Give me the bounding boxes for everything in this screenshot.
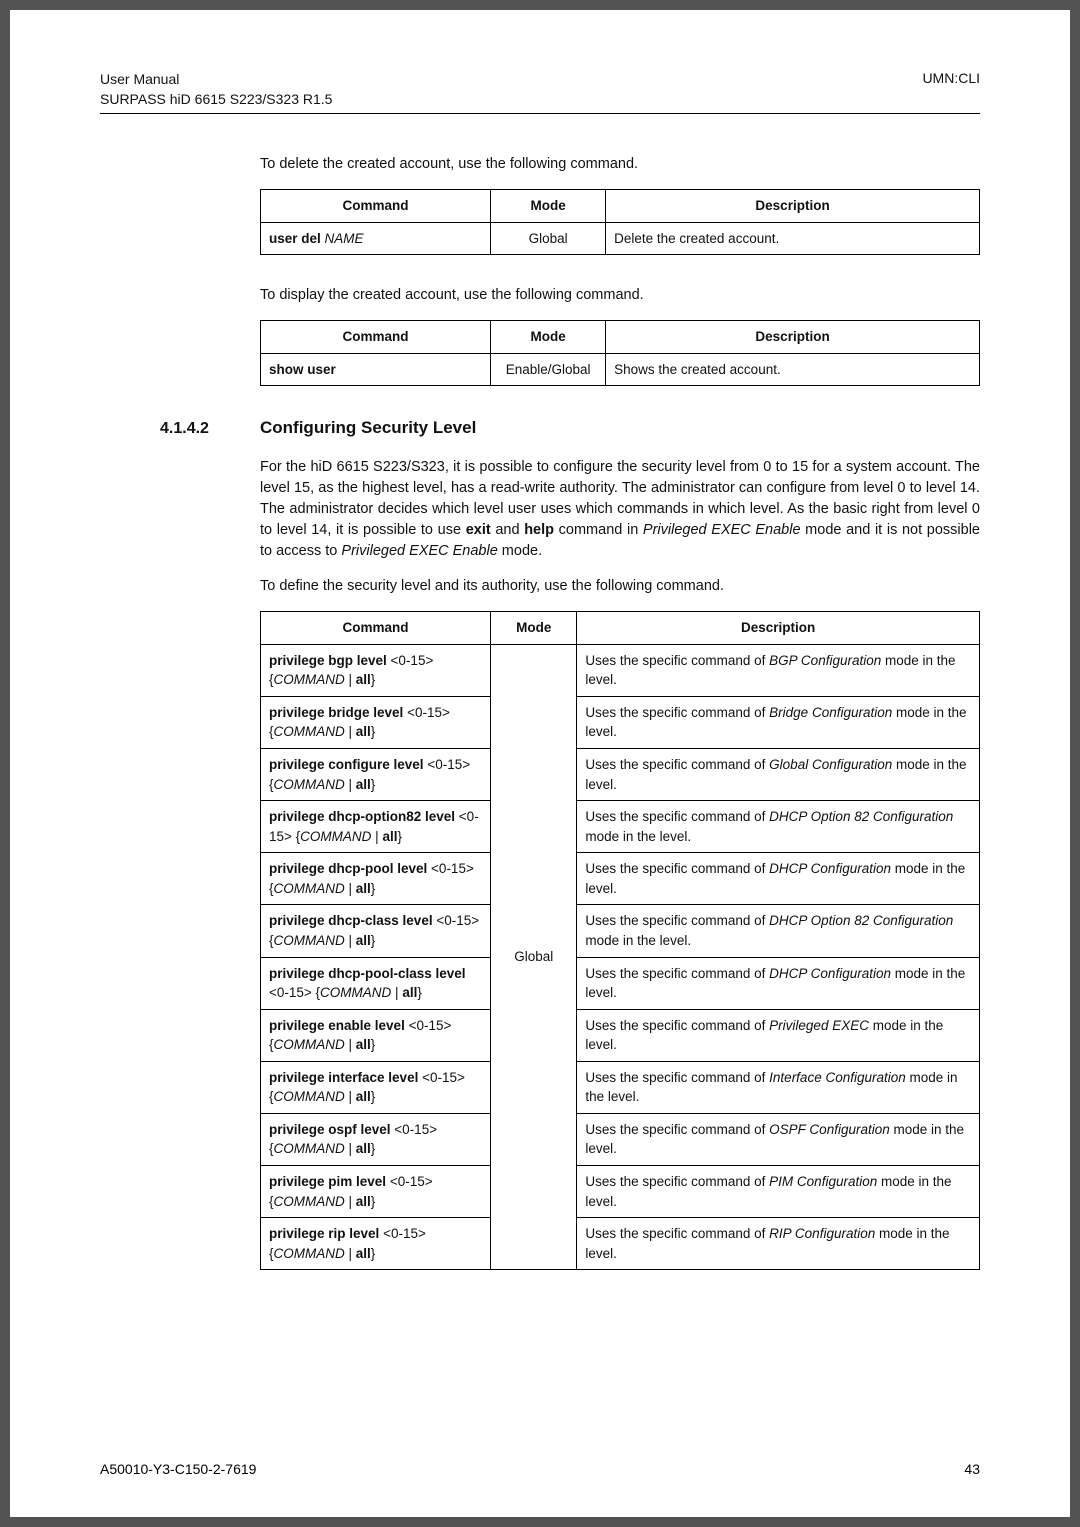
text-ital: Privileged EXEC Enable bbox=[643, 522, 801, 538]
td-description: Uses the specific command of Global Conf… bbox=[577, 749, 980, 801]
cmd-bold: user del bbox=[269, 231, 325, 246]
content: To delete the created account, use the f… bbox=[260, 154, 980, 1270]
th-description: Description bbox=[606, 190, 980, 223]
td-command: privilege pim level <0-15> {COMMAND | al… bbox=[261, 1166, 491, 1218]
table-row: Command Mode Description bbox=[261, 612, 980, 645]
td-mode: Global bbox=[491, 644, 577, 1270]
td-command: privilege ospf level <0-15> {COMMAND | a… bbox=[261, 1113, 491, 1165]
header-title: User Manual bbox=[100, 70, 332, 90]
text-ital: Privileged EXEC Enable bbox=[341, 543, 497, 559]
section-paragraph: For the hiD 6615 S223/S323, it is possib… bbox=[260, 457, 980, 562]
table-row: privilege dhcp-option82 level <0-15> {CO… bbox=[261, 801, 980, 853]
td-command: privilege bridge level <0-15> {COMMAND |… bbox=[261, 696, 491, 748]
th-description: Description bbox=[606, 321, 980, 354]
td-description: Uses the specific command of Privileged … bbox=[577, 1009, 980, 1061]
th-mode: Mode bbox=[491, 321, 606, 354]
th-command: Command bbox=[261, 321, 491, 354]
td-description: Uses the specific command of DHCP Config… bbox=[577, 853, 980, 905]
table-row: user del NAME Global Delete the created … bbox=[261, 222, 980, 255]
td-description: Uses the specific command of OSPF Config… bbox=[577, 1113, 980, 1165]
td-command: privilege enable level <0-15> {COMMAND |… bbox=[261, 1009, 491, 1061]
table-row: privilege ospf level <0-15> {COMMAND | a… bbox=[261, 1113, 980, 1165]
td-command: privilege dhcp-option82 level <0-15> {CO… bbox=[261, 801, 491, 853]
page: User Manual SURPASS hiD 6615 S223/S323 R… bbox=[10, 10, 1070, 1517]
td-command: privilege dhcp-pool level <0-15> {COMMAN… bbox=[261, 853, 491, 905]
table-row: Command Mode Description bbox=[261, 321, 980, 354]
th-mode: Mode bbox=[491, 190, 606, 223]
footer-left: A50010-Y3-C150-2-7619 bbox=[100, 1461, 256, 1477]
cmd-ital: NAME bbox=[325, 231, 364, 246]
table-row: privilege bgp level <0-15> {COMMAND | al… bbox=[261, 644, 980, 696]
table-row: show user Enable/Global Shows the create… bbox=[261, 353, 980, 386]
text: and bbox=[491, 522, 525, 538]
table-show-user: Command Mode Description show user Enabl… bbox=[260, 320, 980, 386]
table-row: privilege dhcp-class level <0-15> {COMMA… bbox=[261, 905, 980, 957]
td-description: Delete the created account. bbox=[606, 222, 980, 255]
table-row: privilege rip level <0-15> {COMMAND | al… bbox=[261, 1218, 980, 1270]
cmd-bold: show user bbox=[269, 362, 336, 377]
table-row: privilege interface level <0-15> {COMMAN… bbox=[261, 1061, 980, 1113]
table-row: privilege configure level <0-15> {COMMAN… bbox=[261, 749, 980, 801]
td-description: Uses the specific command of Bridge Conf… bbox=[577, 696, 980, 748]
td-description: Uses the specific command of RIP Configu… bbox=[577, 1218, 980, 1270]
td-mode: Global bbox=[491, 222, 606, 255]
table-row: privilege bridge level <0-15> {COMMAND |… bbox=[261, 696, 980, 748]
section-number: 4.1.4.2 bbox=[160, 417, 260, 440]
td-description: Uses the specific command of DHCP Config… bbox=[577, 957, 980, 1009]
table-row: privilege pim level <0-15> {COMMAND | al… bbox=[261, 1166, 980, 1218]
section-heading: 4.1.4.2 Configuring Security Level bbox=[100, 416, 980, 441]
table-privilege: Command Mode Description privilege bgp l… bbox=[260, 611, 980, 1270]
td-command: show user bbox=[261, 353, 491, 386]
text: command in bbox=[554, 522, 643, 538]
page-header: User Manual SURPASS hiD 6615 S223/S323 R… bbox=[100, 70, 980, 109]
td-command: user del NAME bbox=[261, 222, 491, 255]
th-command: Command bbox=[261, 190, 491, 223]
td-description: Uses the specific command of PIM Configu… bbox=[577, 1166, 980, 1218]
td-mode: Enable/Global bbox=[491, 353, 606, 386]
section-title: Configuring Security Level bbox=[260, 416, 476, 441]
td-description: Uses the specific command of DHCP Option… bbox=[577, 905, 980, 957]
intro-text: To display the created account, use the … bbox=[260, 285, 980, 306]
th-mode: Mode bbox=[491, 612, 577, 645]
td-command: privilege configure level <0-15> {COMMAN… bbox=[261, 749, 491, 801]
td-description: Uses the specific command of Interface C… bbox=[577, 1061, 980, 1113]
td-command: privilege rip level <0-15> {COMMAND | al… bbox=[261, 1218, 491, 1270]
th-description: Description bbox=[577, 612, 980, 645]
header-left: User Manual SURPASS hiD 6615 S223/S323 R… bbox=[100, 70, 332, 109]
td-description: Uses the specific command of BGP Configu… bbox=[577, 644, 980, 696]
footer-right: 43 bbox=[964, 1461, 980, 1477]
td-description: Shows the created account. bbox=[606, 353, 980, 386]
table-row: privilege dhcp-pool level <0-15> {COMMAN… bbox=[261, 853, 980, 905]
header-subtitle: SURPASS hiD 6615 S223/S323 R1.5 bbox=[100, 90, 332, 110]
td-description: Uses the specific command of DHCP Option… bbox=[577, 801, 980, 853]
td-command: privilege dhcp-class level <0-15> {COMMA… bbox=[261, 905, 491, 957]
intro-text: To define the security level and its aut… bbox=[260, 576, 980, 597]
text-bold: exit bbox=[466, 522, 491, 538]
table-row: Command Mode Description bbox=[261, 190, 980, 223]
td-command: privilege bgp level <0-15> {COMMAND | al… bbox=[261, 644, 491, 696]
table-row: privilege dhcp-pool-class level <0-15> {… bbox=[261, 957, 980, 1009]
header-rule bbox=[100, 113, 980, 114]
intro-text: To delete the created account, use the f… bbox=[260, 154, 980, 175]
table-row: privilege enable level <0-15> {COMMAND |… bbox=[261, 1009, 980, 1061]
header-right: UMN:CLI bbox=[922, 70, 980, 109]
th-command: Command bbox=[261, 612, 491, 645]
text-bold: help bbox=[524, 522, 554, 538]
td-command: privilege dhcp-pool-class level <0-15> {… bbox=[261, 957, 491, 1009]
page-footer: A50010-Y3-C150-2-7619 43 bbox=[100, 1461, 980, 1477]
text: mode. bbox=[498, 543, 542, 559]
td-command: privilege interface level <0-15> {COMMAN… bbox=[261, 1061, 491, 1113]
table-delete-account: Command Mode Description user del NAME G… bbox=[260, 189, 980, 255]
